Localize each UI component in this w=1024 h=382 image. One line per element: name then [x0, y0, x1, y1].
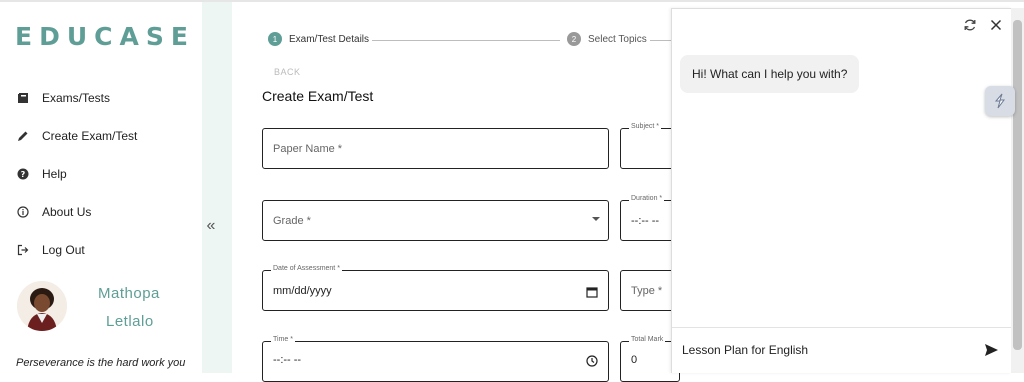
sidebar-item-label: Help	[42, 167, 67, 181]
book-icon	[16, 91, 30, 105]
sidebar-item-label: Exams/Tests	[42, 91, 111, 105]
paper-name-input[interactable]: Paper Name *	[262, 128, 609, 169]
sidebar-item-exams-tests[interactable]: Exams/Tests	[16, 87, 110, 109]
chevron-down-icon	[592, 217, 600, 221]
back-button[interactable]: BACK	[274, 67, 301, 77]
chat-message-bot: Hi! What can I help you with?	[680, 55, 860, 93]
date-label: Date of Assessment *	[271, 265, 342, 272]
sidebar-item-log-out[interactable]: Log Out	[16, 239, 85, 261]
grade-select[interactable]: Grade *	[262, 200, 609, 241]
time-label: Time *	[271, 336, 295, 343]
step-number: 2	[567, 32, 581, 46]
svg-text:?: ?	[21, 170, 26, 179]
page-title: Create Exam/Test	[262, 88, 374, 104]
info-icon	[16, 205, 30, 219]
step-label: Select Topics	[588, 33, 647, 45]
logo: EDUCASE	[15, 22, 195, 51]
sidebar-item-label: Log Out	[42, 243, 85, 257]
avatar	[17, 281, 67, 331]
chat-input[interactable]: Lesson Plan for English	[682, 343, 808, 357]
chat-input-area: Lesson Plan for English	[672, 327, 1012, 374]
pencil-icon	[16, 129, 30, 143]
time-value: --:-- --	[273, 354, 302, 366]
duration-value: --:-- --	[631, 215, 660, 227]
step-connector	[650, 40, 672, 41]
clock-icon[interactable]	[586, 354, 598, 372]
step-number: 1	[268, 32, 282, 46]
date-value: mm/dd/yyyy	[273, 285, 332, 297]
step-connector	[372, 40, 560, 41]
sidebar: EDUCASE Exams/Tests Create Exam/Test ? H…	[0, 2, 202, 373]
type-placeholder: Type *	[631, 285, 663, 297]
time-input[interactable]: Time * --:-- --	[262, 336, 609, 382]
user-first-name: Mathopa	[98, 285, 160, 302]
grade-placeholder: Grade *	[273, 215, 311, 227]
total-marks-value: 0	[631, 354, 638, 366]
close-icon[interactable]	[988, 17, 1004, 33]
paper-name-placeholder: Paper Name *	[273, 143, 343, 155]
subject-label: Subject *	[629, 123, 662, 130]
main-content: 1 Exam/Test Details 2 Select Topics BACK…	[232, 2, 680, 382]
quote-text: Perseverance is the hard work you	[16, 357, 186, 369]
sidebar-item-label: Create Exam/Test	[42, 129, 138, 143]
step-1[interactable]: 1 Exam/Test Details	[268, 32, 369, 46]
chat-panel: Hi! What can I help you with? Lesson Pla…	[671, 8, 1012, 374]
assistant-launcher-icon[interactable]	[985, 86, 1015, 116]
date-of-assessment-input[interactable]: Date of Assessment * mm/dd/yyyy	[262, 265, 609, 311]
sidebar-item-create-exam[interactable]: Create Exam/Test	[16, 125, 137, 147]
calendar-icon[interactable]	[586, 285, 598, 303]
step-2[interactable]: 2 Select Topics	[567, 32, 647, 46]
logout-icon	[16, 243, 30, 257]
collapse-rail	[202, 2, 232, 373]
send-icon[interactable]	[984, 343, 1000, 359]
refresh-icon[interactable]	[962, 17, 978, 33]
step-label: Exam/Test Details	[289, 33, 370, 45]
sidebar-item-about-us[interactable]: About Us	[16, 201, 91, 223]
help-icon: ?	[16, 167, 30, 181]
user-last-name: Letlalo	[106, 313, 154, 330]
duration-label: Duration *	[629, 195, 665, 202]
total-marks-label: Total Mark	[629, 336, 666, 343]
sidebar-item-label: About Us	[42, 205, 92, 219]
collapse-sidebar-icon[interactable]: «	[203, 216, 219, 236]
scrollbar-thumb[interactable]	[1013, 20, 1022, 350]
sidebar-item-help[interactable]: ? Help	[16, 163, 67, 185]
